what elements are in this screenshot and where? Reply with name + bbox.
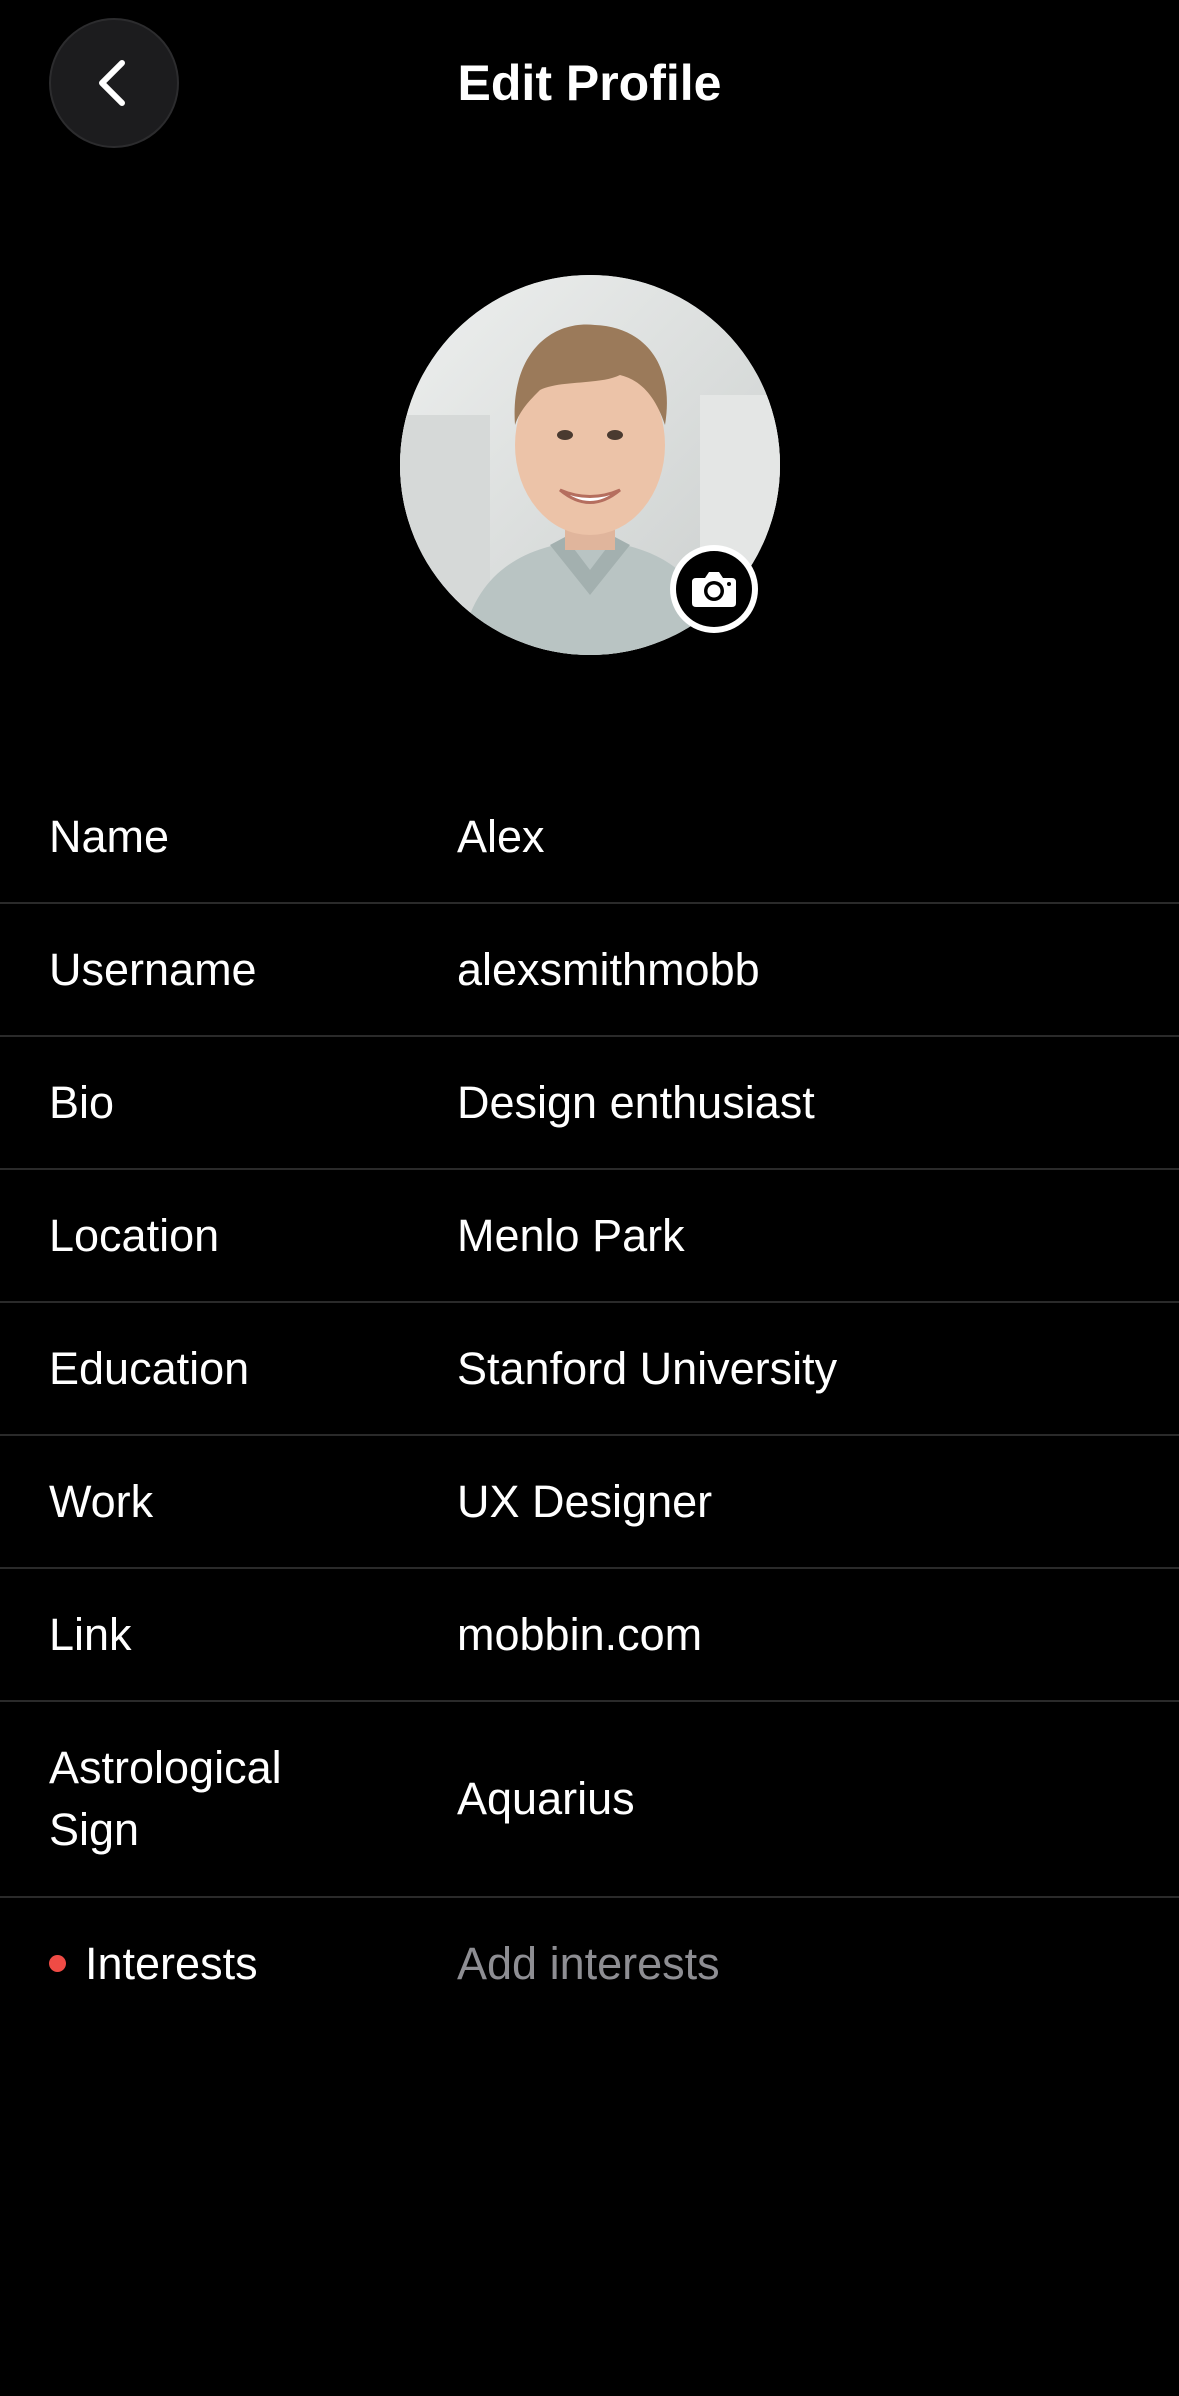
field-value[interactable]: Design enthusiast — [457, 1072, 1139, 1134]
field-value[interactable]: alexsmithmobb — [457, 939, 1139, 1001]
field-name[interactable]: Name Alex — [0, 771, 1179, 904]
change-photo-button[interactable] — [670, 545, 758, 633]
field-label: Name — [49, 810, 170, 862]
field-username[interactable]: Username alexsmithmobb — [0, 904, 1179, 1037]
field-education[interactable]: Education Stanford University — [0, 1303, 1179, 1436]
field-value-placeholder[interactable]: Add interests — [457, 1933, 1139, 1995]
field-value[interactable]: Alex — [457, 806, 1139, 868]
field-value[interactable]: Aquarius — [457, 1768, 1139, 1830]
field-label-interests: Interests — [49, 1933, 379, 1995]
field-astrological-sign[interactable]: Astrological Sign Aquarius — [0, 1702, 1179, 1898]
profile-photo[interactable] — [400, 275, 780, 655]
field-interests[interactable]: Interests Add interests — [0, 1898, 1179, 2029]
field-value[interactable]: UX Designer — [457, 1471, 1139, 1533]
field-bio[interactable]: Bio Design enthusiast — [0, 1037, 1179, 1170]
field-location[interactable]: Location Menlo Park — [0, 1170, 1179, 1303]
field-label-text: Interests — [85, 1937, 258, 1989]
page-title: Edit Profile — [457, 55, 722, 111]
profile-fields: Name Alex Username alexsmithmobb Bio Des… — [0, 771, 1179, 2029]
field-work[interactable]: Work UX Designer — [0, 1436, 1179, 1569]
camera-button-inner — [676, 551, 752, 627]
header: Edit Profile — [0, 0, 1179, 170]
field-value[interactable]: Stanford University — [457, 1338, 1139, 1400]
field-label: Location — [49, 1209, 220, 1261]
field-value[interactable]: Menlo Park — [457, 1205, 1139, 1267]
field-label: Astrological Sign — [49, 1742, 282, 1855]
field-label: Username — [49, 943, 257, 995]
field-label: Work — [49, 1475, 154, 1527]
field-value[interactable]: mobbin.com — [457, 1604, 1139, 1666]
field-label: Link — [49, 1608, 132, 1660]
field-link[interactable]: Link mobbin.com — [0, 1569, 1179, 1702]
camera-icon — [692, 572, 736, 607]
field-label: Education — [49, 1342, 250, 1394]
required-indicator — [49, 1955, 66, 1972]
field-label: Bio — [49, 1076, 115, 1128]
